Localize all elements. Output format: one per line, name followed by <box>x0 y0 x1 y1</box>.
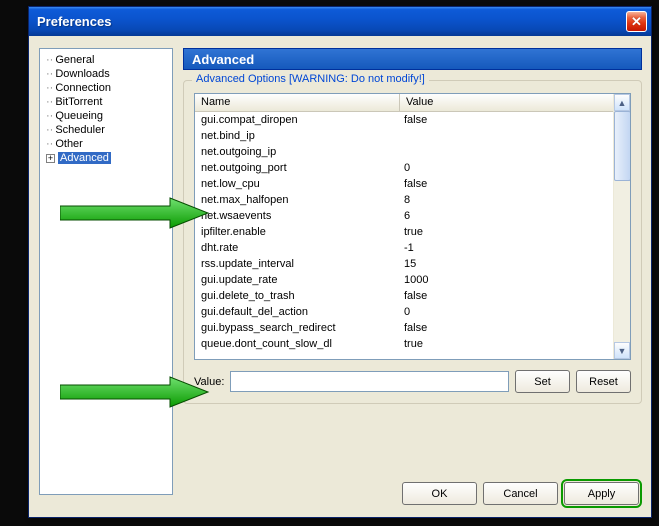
row-value: true <box>400 224 613 240</box>
row-value: false <box>400 176 613 192</box>
tree-item-other[interactable]: ·· Other <box>44 137 168 151</box>
tree-dash-icon: ·· <box>46 124 53 136</box>
titlebar: Preferences ✕ <box>29 7 651 36</box>
value-input[interactable] <box>230 371 509 392</box>
tree-item-queueing[interactable]: ·· Queueing <box>44 109 168 123</box>
row-name: gui.update_rate <box>195 272 400 288</box>
list-row[interactable]: ipfilter.enabletrue <box>195 224 613 240</box>
advanced-options-group: Advanced Options [WARNING: Do not modify… <box>183 80 642 404</box>
set-button[interactable]: Set <box>515 370 570 393</box>
tree-item-general[interactable]: ·· General <box>44 53 168 67</box>
row-value: 8 <box>400 192 613 208</box>
tree-item-advanced[interactable]: + Advanced <box>44 151 168 165</box>
row-name: net.outgoing_ip <box>195 144 400 160</box>
row-name: net.low_cpu <box>195 176 400 192</box>
scroll-down-button[interactable]: ▼ <box>614 342 630 359</box>
vertical-scrollbar[interactable]: ▲ ▼ <box>613 94 630 359</box>
list-row[interactable]: gui.compat_diropenfalse <box>195 112 613 128</box>
dialog-body: ·· General ·· Downloads ·· Connection ··… <box>29 36 651 517</box>
column-value[interactable]: Value <box>400 94 630 111</box>
tree-item-scheduler[interactable]: ·· Scheduler <box>44 123 168 137</box>
row-name: queue.dont_count_slow_dl <box>195 336 400 352</box>
expand-icon[interactable]: + <box>46 154 55 163</box>
category-tree[interactable]: ·· General ·· Downloads ·· Connection ··… <box>39 48 173 495</box>
row-name: gui.delete_to_trash <box>195 288 400 304</box>
chevron-up-icon: ▲ <box>618 98 627 108</box>
tree-item-bittorrent[interactable]: ·· BitTorrent <box>44 95 168 109</box>
value-label: Value: <box>194 376 224 388</box>
group-legend: Advanced Options [WARNING: Do not modify… <box>192 73 429 85</box>
row-value <box>400 128 613 144</box>
row-value <box>400 144 613 160</box>
scroll-thumb[interactable] <box>614 111 631 181</box>
window-title: Preferences <box>37 14 626 29</box>
row-name: net.outgoing_port <box>195 160 400 176</box>
row-name: net.bind_ip <box>195 128 400 144</box>
cancel-button[interactable]: Cancel <box>483 482 558 505</box>
listview-body[interactable]: gui.compat_diropenfalsenet.bind_ipnet.ou… <box>195 112 613 359</box>
list-row[interactable]: net.outgoing_port0 <box>195 160 613 176</box>
row-value: 1000 <box>400 272 613 288</box>
tree-item-downloads[interactable]: ·· Downloads <box>44 67 168 81</box>
column-name[interactable]: Name <box>195 94 400 111</box>
row-value: 15 <box>400 256 613 272</box>
close-button[interactable]: ✕ <box>626 11 647 32</box>
list-row[interactable]: net.outgoing_ip <box>195 144 613 160</box>
tree-dash-icon: ·· <box>46 54 53 66</box>
list-row[interactable]: net.max_halfopen8 <box>195 192 613 208</box>
list-row[interactable]: gui.bypass_search_redirectfalse <box>195 320 613 336</box>
preferences-dialog: Preferences ✕ ·· General ·· Downloads ··… <box>28 6 652 518</box>
list-row[interactable]: gui.default_del_action0 <box>195 304 613 320</box>
list-row[interactable]: rss.update_interval15 <box>195 256 613 272</box>
row-value: false <box>400 320 613 336</box>
row-name: gui.bypass_search_redirect <box>195 320 400 336</box>
content-pane: Advanced Advanced Options [WARNING: Do n… <box>183 48 642 404</box>
row-name: gui.default_del_action <box>195 304 400 320</box>
row-value: 0 <box>400 160 613 176</box>
row-value: 0 <box>400 304 613 320</box>
value-editor-row: Value: Set Reset <box>194 370 631 393</box>
row-name: net.max_halfopen <box>195 192 400 208</box>
tree-dash-icon: ·· <box>46 138 53 150</box>
chevron-down-icon: ▼ <box>618 346 627 356</box>
row-value: false <box>400 112 613 128</box>
close-icon: ✕ <box>631 14 642 30</box>
tree-dash-icon: ·· <box>46 110 53 122</box>
dialog-footer: OK Cancel Apply <box>402 482 639 505</box>
list-row[interactable]: net.low_cpufalse <box>195 176 613 192</box>
list-row[interactable]: gui.delete_to_trashfalse <box>195 288 613 304</box>
row-value: -1 <box>400 240 613 256</box>
scroll-up-button[interactable]: ▲ <box>614 94 630 111</box>
tree-dash-icon: ·· <box>46 96 53 108</box>
list-row[interactable]: dht.rate-1 <box>195 240 613 256</box>
row-value: 6 <box>400 208 613 224</box>
tree-dash-icon: ·· <box>46 82 53 94</box>
row-name: dht.rate <box>195 240 400 256</box>
options-listview[interactable]: Name Value gui.compat_diropenfalsenet.bi… <box>194 93 631 360</box>
content-heading: Advanced <box>183 48 642 70</box>
row-name: rss.update_interval <box>195 256 400 272</box>
listview-header: Name Value <box>195 94 630 112</box>
tree-dash-icon: ·· <box>46 68 53 80</box>
reset-button[interactable]: Reset <box>576 370 631 393</box>
ok-button[interactable]: OK <box>402 482 477 505</box>
row-name: gui.compat_diropen <box>195 112 400 128</box>
row-value: false <box>400 288 613 304</box>
list-row[interactable]: gui.update_rate1000 <box>195 272 613 288</box>
row-name: net.wsaevents <box>195 208 400 224</box>
list-row[interactable]: net.bind_ip <box>195 128 613 144</box>
list-row[interactable]: queue.dont_count_slow_dltrue <box>195 336 613 352</box>
row-value: true <box>400 336 613 352</box>
apply-button[interactable]: Apply <box>564 482 639 505</box>
row-name: ipfilter.enable <box>195 224 400 240</box>
tree-item-connection[interactable]: ·· Connection <box>44 81 168 95</box>
list-row[interactable]: net.wsaevents6 <box>195 208 613 224</box>
